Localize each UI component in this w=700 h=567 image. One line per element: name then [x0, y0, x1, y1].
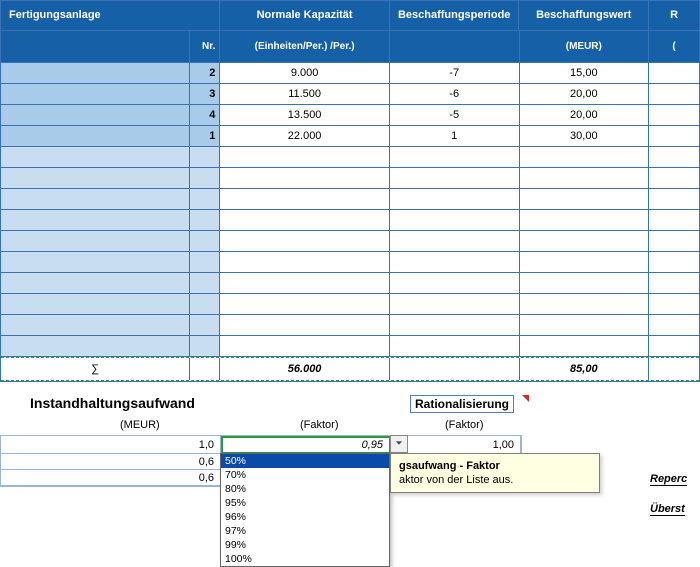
cell-per[interactable]: -5 [390, 105, 520, 126]
subhdr-nr: Nr. [190, 31, 220, 63]
cell-kap[interactable]: 13.500 [220, 105, 390, 126]
sum-label: ∑ [1, 358, 189, 380]
cell-kap[interactable]: 22.000 [220, 126, 390, 147]
cell-wert[interactable]: 15,00 [520, 63, 650, 84]
rationalisierung-title: Rationalisierung [410, 395, 514, 413]
instandhaltung-sub-meur: (MEUR) [120, 419, 160, 431]
chevron-down-icon [395, 438, 403, 450]
subhdr-wert: (MEUR) [520, 31, 650, 63]
row-nr[interactable]: 4 [190, 105, 220, 126]
instandhaltung-sub-faktor: (Faktor) [300, 419, 339, 431]
hdr-fertigungsanlage: Fertigungsanlage [1, 1, 220, 31]
cell-kap[interactable]: 9.000 [220, 63, 390, 84]
subhdr-kap: (Einheiten/Per.) /Per.) [220, 31, 390, 63]
rat-cell-0[interactable]: 1,00 [391, 436, 521, 454]
dropdown-option[interactable]: 95% [221, 496, 389, 510]
row-nr[interactable]: 2 [190, 63, 220, 84]
facility-table: Fertigungsanlage Normale Kapazität Besch… [0, 0, 700, 382]
side-label-reperc: Reperc [650, 473, 687, 486]
meur-cell-1[interactable]: 0,6 [1, 454, 221, 470]
tooltip-title: gsaufwang - Faktor [399, 460, 591, 472]
faktor-cell-0[interactable]: 0,95 [221, 436, 391, 454]
faktor-tooltip: gsaufwang - Faktor aktor von der Liste a… [390, 453, 600, 493]
row-nr[interactable]: 3 [190, 84, 220, 105]
cell-wert[interactable]: 30,00 [520, 126, 650, 147]
subhdr-rest: ( [649, 31, 699, 63]
faktor-dropdown-button[interactable] [390, 435, 408, 453]
subhdr-blank [1, 31, 190, 63]
dropdown-option[interactable]: 70% [221, 468, 389, 482]
side-label-ueberst: Überst [650, 503, 685, 516]
cell-rest[interactable] [649, 126, 699, 147]
cell-kap[interactable]: 11.500 [220, 84, 390, 105]
meur-cell-2[interactable]: 0,6 [1, 470, 221, 486]
dropdown-option[interactable]: 97% [221, 524, 389, 538]
sum-kap: 56.000 [220, 358, 390, 380]
cell-per[interactable]: -7 [390, 63, 520, 84]
rationalisierung-sub: (Faktor) [445, 419, 484, 431]
sum-per [390, 358, 520, 380]
subhdr-per [390, 31, 520, 63]
hdr-beschaffungsperiode: Beschaffungsperiode [390, 1, 520, 31]
hdr-rest: R [649, 1, 699, 31]
cell-rest[interactable] [649, 63, 699, 84]
dropdown-option[interactable]: 100% [221, 552, 389, 566]
hdr-beschaffungswert: Beschaffungswert [519, 1, 649, 31]
row-nr[interactable]: 1 [190, 126, 220, 147]
cell-wert[interactable]: 20,00 [520, 105, 650, 126]
hdr-kapazitaet: Normale Kapazität [220, 1, 390, 31]
cell-per[interactable]: 1 [390, 126, 520, 147]
meur-cell-0[interactable]: 1,0 [1, 436, 221, 454]
cell-per[interactable]: -6 [390, 84, 520, 105]
instandhaltung-title: Instandhaltungsaufwand [30, 395, 195, 411]
cell-wert[interactable]: 20,00 [520, 84, 650, 105]
sum-wert: 85,00 [520, 358, 650, 380]
dropdown-option[interactable]: 80% [221, 482, 389, 496]
cell-rest[interactable] [649, 105, 699, 126]
cell-rest[interactable] [649, 84, 699, 105]
dropdown-option[interactable]: 50% [221, 454, 389, 468]
dropdown-option[interactable]: 96% [221, 510, 389, 524]
cell-comment-marker[interactable] [522, 395, 529, 402]
tooltip-body: aktor von der Liste aus. [399, 474, 513, 486]
